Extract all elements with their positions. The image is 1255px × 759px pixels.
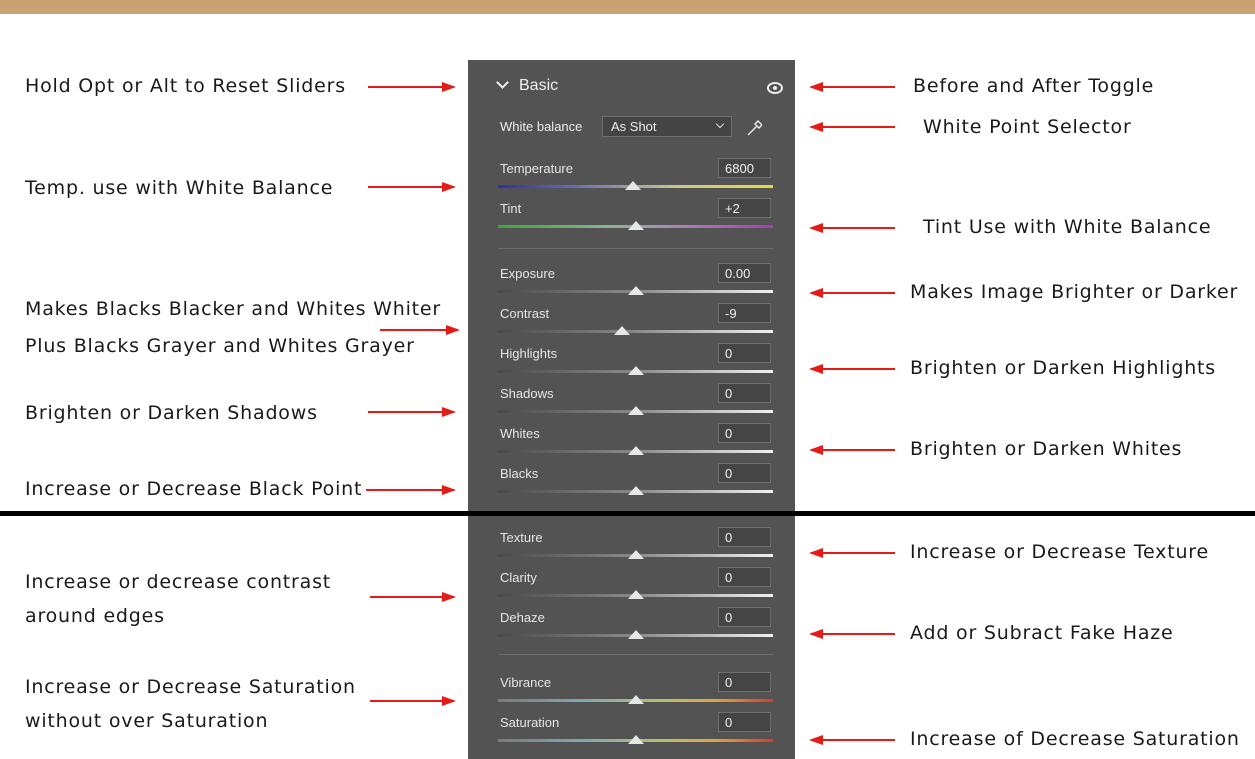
- slider-thumb-dehaze[interactable]: [628, 630, 644, 639]
- annotation-highlights: Brighten or Darken Highlights: [910, 357, 1216, 379]
- annotation-blacks: Increase or Decrease Black Point: [25, 478, 363, 500]
- annotation-before-after: Before and After Toggle: [913, 75, 1155, 97]
- arrow-left: [809, 548, 895, 558]
- annotation-dehaze: Add or Subract Fake Haze: [910, 622, 1174, 644]
- slider-thumb-highlights[interactable]: [628, 366, 644, 375]
- slider-value-blacks[interactable]: 0: [718, 463, 771, 483]
- slider-value-temperature[interactable]: 6800: [718, 158, 771, 178]
- slider-value-whites[interactable]: 0: [718, 423, 771, 443]
- eyedropper-icon[interactable]: [746, 117, 764, 137]
- slider-value-exposure[interactable]: 0.00: [718, 263, 771, 283]
- chevron-down-icon: [715, 119, 725, 129]
- slider-thumb-blacks[interactable]: [628, 486, 644, 495]
- annotation-shadows: Brighten or Darken Shadows: [25, 402, 318, 424]
- white-balance-label: White balance: [500, 119, 583, 134]
- arrow-left: [809, 364, 895, 374]
- arrow-right: [366, 485, 456, 495]
- section-divider: [498, 248, 773, 249]
- annotation-contrast-1: Makes Blacks Blacker and Whites Whiter: [25, 298, 442, 320]
- slider-label-exposure: Exposure: [500, 266, 555, 281]
- slider-value-highlights[interactable]: 0: [718, 343, 771, 363]
- slider-thumb-clarity[interactable]: [628, 590, 644, 599]
- annotation-contrast-2: Plus Blacks Grayer and Whites Grayer: [25, 335, 415, 357]
- slider-thumb-saturation[interactable]: [628, 735, 644, 744]
- slider-value-shadows[interactable]: 0: [718, 383, 771, 403]
- slider-label-blacks: Blacks: [500, 466, 539, 481]
- panel-title: Basic: [519, 77, 559, 94]
- slider-thumb-temperature[interactable]: [625, 181, 641, 190]
- annotation-vibrance-2: without over Saturation: [25, 710, 269, 732]
- arrow-right: [370, 592, 456, 602]
- slider-label-whites: Whites: [500, 426, 540, 441]
- slider-thumb-texture[interactable]: [628, 550, 644, 559]
- arrow-left: [809, 223, 895, 233]
- slider-value-clarity[interactable]: 0: [718, 567, 771, 587]
- arrow-left: [809, 288, 895, 298]
- annotation-texture: Increase or Decrease Texture: [910, 541, 1209, 563]
- eye-icon[interactable]: [767, 82, 783, 94]
- chevron-down-icon[interactable]: [496, 76, 509, 89]
- slider-value-vibrance[interactable]: 0: [718, 672, 771, 692]
- arrow-left: [809, 122, 895, 132]
- slider-thumb-contrast[interactable]: [614, 326, 630, 335]
- white-balance-value: As Shot: [611, 119, 657, 134]
- arrow-right: [370, 696, 456, 706]
- arrow-left: [809, 629, 895, 639]
- slider-label-contrast: Contrast: [500, 306, 550, 321]
- arrow-left: [809, 445, 895, 455]
- slider-value-dehaze[interactable]: 0: [718, 607, 771, 627]
- slider-value-texture[interactable]: 0: [718, 527, 771, 547]
- annotation-temp: Temp. use with White Balance: [25, 177, 334, 199]
- arrow-right: [368, 182, 456, 192]
- white-balance-select[interactable]: As Shot: [602, 116, 732, 137]
- annotation-tint: Tint Use with White Balance: [923, 216, 1212, 238]
- panel-header[interactable]: Basic: [496, 76, 559, 95]
- annotation-whites: Brighten or Darken Whites: [910, 438, 1183, 460]
- annotation-vibrance-1: Increase or Decrease Saturation: [25, 676, 356, 698]
- slider-label-shadows: Shadows: [500, 386, 554, 401]
- slider-label-vibrance: Vibrance: [500, 675, 552, 690]
- annotation-exposure: Makes Image Brighter or Darker: [910, 281, 1239, 303]
- slider-value-tint[interactable]: +2: [718, 198, 771, 218]
- top-accent-bar: [0, 0, 1255, 14]
- slider-thumb-vibrance[interactable]: [628, 695, 644, 704]
- slider-thumb-exposure[interactable]: [628, 286, 644, 295]
- annotation-reset-sliders: Hold Opt or Alt to Reset Sliders: [25, 75, 346, 97]
- slider-thumb-shadows[interactable]: [628, 406, 644, 415]
- arrow-left: [809, 82, 895, 92]
- annotation-clarity-2: around edges: [25, 605, 165, 627]
- arrow-left: [809, 735, 895, 745]
- section-divider: [498, 654, 773, 655]
- arrow-right: [380, 325, 460, 335]
- slider-label-highlights: Highlights: [500, 346, 558, 361]
- arrow-right: [368, 82, 456, 92]
- annotation-clarity-1: Increase or decrease contrast: [25, 571, 332, 593]
- basic-panel: Basic White balance As Shot Temperature 6…: [468, 60, 795, 759]
- slider-value-saturation[interactable]: 0: [718, 712, 771, 732]
- slider-label-saturation: Saturation: [500, 715, 560, 730]
- black-divider-line: [0, 511, 1255, 516]
- slider-label-clarity: Clarity: [500, 570, 537, 585]
- annotation-saturation: Increase of Decrease Saturation: [910, 728, 1240, 750]
- slider-thumb-whites[interactable]: [628, 446, 644, 455]
- slider-label-temperature: Temperature: [500, 161, 573, 176]
- arrow-right: [368, 407, 456, 417]
- slider-value-contrast[interactable]: -9: [718, 303, 771, 323]
- slider-track-contrast[interactable]: [498, 330, 773, 333]
- slider-label-dehaze: Dehaze: [500, 610, 545, 625]
- slider-label-texture: Texture: [500, 530, 543, 545]
- slider-thumb-tint[interactable]: [628, 221, 644, 230]
- slider-label-tint: Tint: [500, 201, 522, 216]
- annotation-white-point: White Point Selector: [923, 116, 1132, 138]
